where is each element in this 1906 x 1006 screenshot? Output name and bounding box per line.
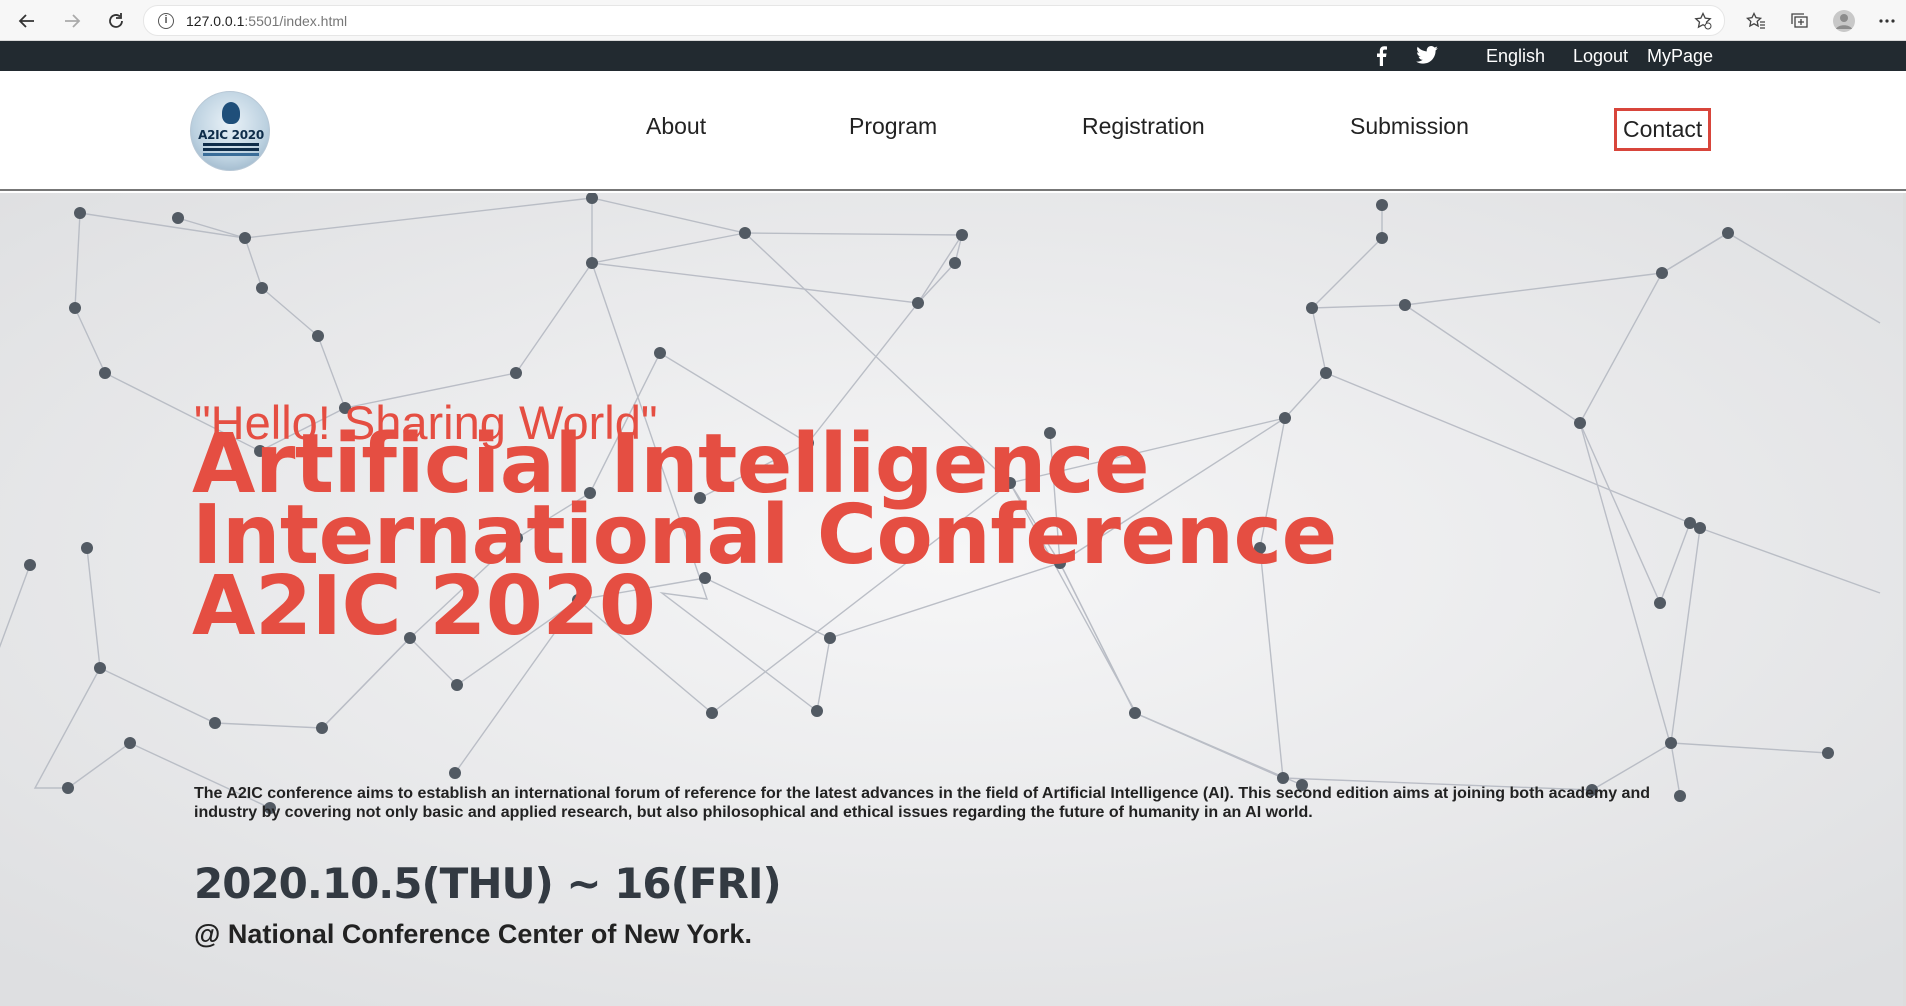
logo-head-graphic	[222, 102, 240, 124]
address-bar[interactable]: i 127.0.0.1:5501/index.html	[143, 5, 1725, 36]
mypage-link[interactable]: MyPage	[1647, 46, 1713, 67]
favorites-icon[interactable]	[1739, 6, 1773, 36]
top-utility-bar: English Logout MyPage	[0, 41, 1906, 71]
logout-link[interactable]: Logout	[1573, 46, 1628, 67]
twitter-icon[interactable]	[1416, 46, 1438, 64]
more-icon[interactable]	[1870, 6, 1904, 36]
conference-date: 2020.10.5(THU) ~ 16(FRI)	[194, 859, 782, 908]
favorite-add-icon[interactable]	[1694, 11, 1712, 35]
browser-toolbar: i 127.0.0.1:5501/index.html	[0, 0, 1906, 41]
facebook-icon[interactable]	[1375, 46, 1387, 66]
info-icon[interactable]: i	[158, 12, 174, 29]
nav-contact[interactable]: Contact	[1614, 108, 1712, 151]
nav-submission[interactable]: Submission	[1350, 113, 1469, 140]
profile-icon[interactable]	[1827, 6, 1861, 36]
address-url: 127.0.0.1:5501/index.html	[186, 13, 347, 29]
reload-icon[interactable]	[101, 6, 131, 36]
site-logo[interactable]: A2IC 2020	[190, 91, 270, 171]
nav-program[interactable]: Program	[849, 113, 937, 140]
logo-text: A2IC 2020	[198, 128, 264, 142]
url-host: 127.0.0.1	[186, 12, 245, 29]
hero-section: "Hello! Sharing World" Artificial Intell…	[0, 193, 1906, 1006]
conference-venue: @ National Conference Center of New York…	[194, 919, 752, 949]
nav-registration[interactable]: Registration	[1082, 113, 1205, 140]
collections-icon[interactable]	[1783, 6, 1817, 36]
hero-description: The A2IC conference aims to establish an…	[194, 785, 1650, 821]
logo-subtitle-lines	[203, 143, 259, 146]
url-path: :5501/index.html	[244, 12, 348, 29]
site-header: A2IC 2020 About Program Registration Sub…	[0, 71, 1906, 191]
forward-icon[interactable]	[57, 6, 87, 36]
back-icon[interactable]	[12, 6, 42, 36]
nav-about[interactable]: About	[646, 113, 706, 140]
language-link[interactable]: English	[1486, 46, 1545, 67]
hero-title-line-3: A2IC 2020	[192, 559, 656, 654]
